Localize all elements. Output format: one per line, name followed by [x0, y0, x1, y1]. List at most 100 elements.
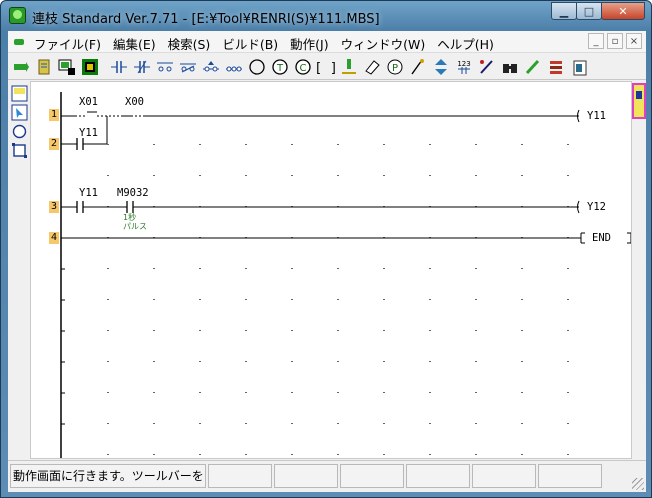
menu-edit[interactable]: 編集(E) — [113, 34, 156, 53]
status-message: 動作画面に行きます。ツールバーを — [10, 464, 206, 488]
menu-action[interactable]: 動作(J) — [290, 34, 328, 53]
menu-search[interactable]: 検索(S) — [168, 34, 211, 53]
grid-dot — [291, 299, 293, 300]
status-pane — [208, 464, 272, 488]
run-mode-icon[interactable] — [11, 57, 31, 77]
contact-label[interactable]: Y11 — [79, 187, 98, 199]
counter-icon[interactable]: C — [293, 57, 313, 77]
coil-label[interactable]: Y11 — [586, 110, 607, 122]
mdi-close-button[interactable]: × — [626, 33, 642, 49]
pulse-icon[interactable]: P — [385, 57, 405, 77]
select-pointer-icon[interactable] — [11, 104, 28, 121]
status-pane — [472, 464, 536, 488]
status-pane — [406, 464, 470, 488]
rung-number: 4 — [49, 232, 59, 244]
eraser-icon[interactable] — [362, 57, 382, 77]
title-bar[interactable]: 連枝 Standard Ver.7.71 - [E:¥Tool¥RENRI(S)… — [1, 1, 651, 31]
mdi-restore-button[interactable]: ▫ — [607, 33, 623, 49]
stack-icon[interactable] — [546, 57, 566, 77]
grid-dot — [153, 144, 155, 145]
grid-dot — [337, 268, 339, 269]
coil-icon[interactable] — [247, 57, 267, 77]
scroll-updown-icon[interactable] — [431, 57, 451, 77]
grid-dot — [199, 454, 201, 455]
grid-dot — [429, 268, 431, 269]
menu-window[interactable]: ウィンドウ(W) — [341, 34, 426, 53]
grid-dot — [153, 330, 155, 331]
contact-parallel-nc-icon[interactable] — [178, 57, 198, 77]
grid-dot — [429, 144, 431, 145]
instruction-icon[interactable]: [ ] — [316, 57, 336, 77]
grid-dot — [567, 175, 569, 176]
vertical-scrollbar[interactable] — [632, 81, 646, 459]
contact-label[interactable]: M9032 — [117, 187, 149, 199]
grid-dot — [107, 268, 109, 269]
menu-build[interactable]: ビルド(B) — [222, 34, 278, 53]
grid-dot — [107, 392, 109, 393]
grid-dot — [153, 454, 155, 455]
device-list-icon[interactable] — [569, 57, 589, 77]
scroll-thumb[interactable] — [632, 83, 646, 119]
contact-nc-icon[interactable] — [132, 57, 152, 77]
grid-dot — [521, 330, 523, 331]
grid-dot — [337, 454, 339, 455]
resize-grip-icon[interactable] — [632, 478, 644, 490]
monitor-icon[interactable] — [57, 57, 77, 77]
grid-dot — [153, 268, 155, 269]
grid-dot — [291, 423, 293, 424]
svg-text:123: 123 — [457, 60, 470, 68]
grid-dot — [291, 144, 293, 145]
menu-file[interactable]: ファイル(F) — [34, 34, 101, 53]
grid-dot — [337, 144, 339, 145]
grid-dot — [107, 361, 109, 362]
minimize-button[interactable]: ▁ — [551, 2, 577, 20]
grid-dot — [337, 361, 339, 362]
grid-dot — [245, 144, 247, 145]
tool-palette — [8, 81, 30, 466]
pencil-green-icon[interactable] — [523, 57, 543, 77]
grid-dot — [291, 175, 293, 176]
contact-rise-icon[interactable] — [201, 57, 221, 77]
grid-dot — [153, 299, 155, 300]
contact-label[interactable]: X01 — [79, 96, 98, 108]
number-icon[interactable]: 123 — [454, 57, 474, 77]
menu-help[interactable]: ヘルプ(H) — [437, 34, 494, 53]
contact-label[interactable]: X00 — [125, 96, 144, 108]
select-circle-icon[interactable] — [11, 123, 28, 140]
svg-text:T: T — [276, 63, 284, 74]
window-title: 連枝 Standard Ver.7.71 - [E:¥Tool¥RENRI(S)… — [32, 12, 380, 27]
contact-fall-icon[interactable] — [224, 57, 244, 77]
grid-dot — [521, 299, 523, 300]
ladder-editor[interactable]: 1 2 3 4 X01 X00 Y11 Y11 Y11 M9032 Y12 1秒… — [30, 81, 632, 459]
grid-dot — [475, 144, 477, 145]
find-icon[interactable] — [500, 57, 520, 77]
contact-no-icon[interactable] — [109, 57, 129, 77]
coil-label[interactable]: Y12 — [586, 201, 607, 213]
stop-icon[interactable] — [80, 57, 100, 77]
timer-icon[interactable]: T — [270, 57, 290, 77]
rung-number: 3 — [49, 201, 59, 213]
grid-dot — [521, 175, 523, 176]
grid-dot — [199, 361, 201, 362]
edit-mode-icon[interactable] — [34, 57, 54, 77]
pen-icon[interactable] — [477, 57, 497, 77]
grid-dot — [245, 454, 247, 455]
end-instruction[interactable]: END — [591, 232, 612, 244]
contact-label[interactable]: Y11 — [79, 127, 98, 139]
grid-dot — [107, 299, 109, 300]
grid-dot — [383, 423, 385, 424]
rung-number: 1 — [49, 109, 59, 121]
output-icon[interactable] — [339, 57, 359, 77]
mdi-minimize-button[interactable]: _ — [588, 33, 604, 49]
grid-dot — [245, 392, 247, 393]
menu-bar: ファイル(F) 編集(E) 検索(S) ビルド(B) 動作(J) ウィンドウ(W… — [8, 31, 646, 53]
select-frame-icon[interactable] — [11, 142, 28, 159]
document-icon[interactable] — [12, 35, 28, 49]
grid-dot — [475, 392, 477, 393]
close-button[interactable]: ✕ — [601, 2, 645, 20]
contact-parallel-no-icon[interactable] — [155, 57, 175, 77]
select-rect-icon[interactable] — [11, 85, 28, 102]
grid-dot — [107, 144, 109, 145]
line-draw-icon[interactable] — [408, 57, 428, 77]
maximize-button[interactable]: □ — [576, 2, 602, 20]
